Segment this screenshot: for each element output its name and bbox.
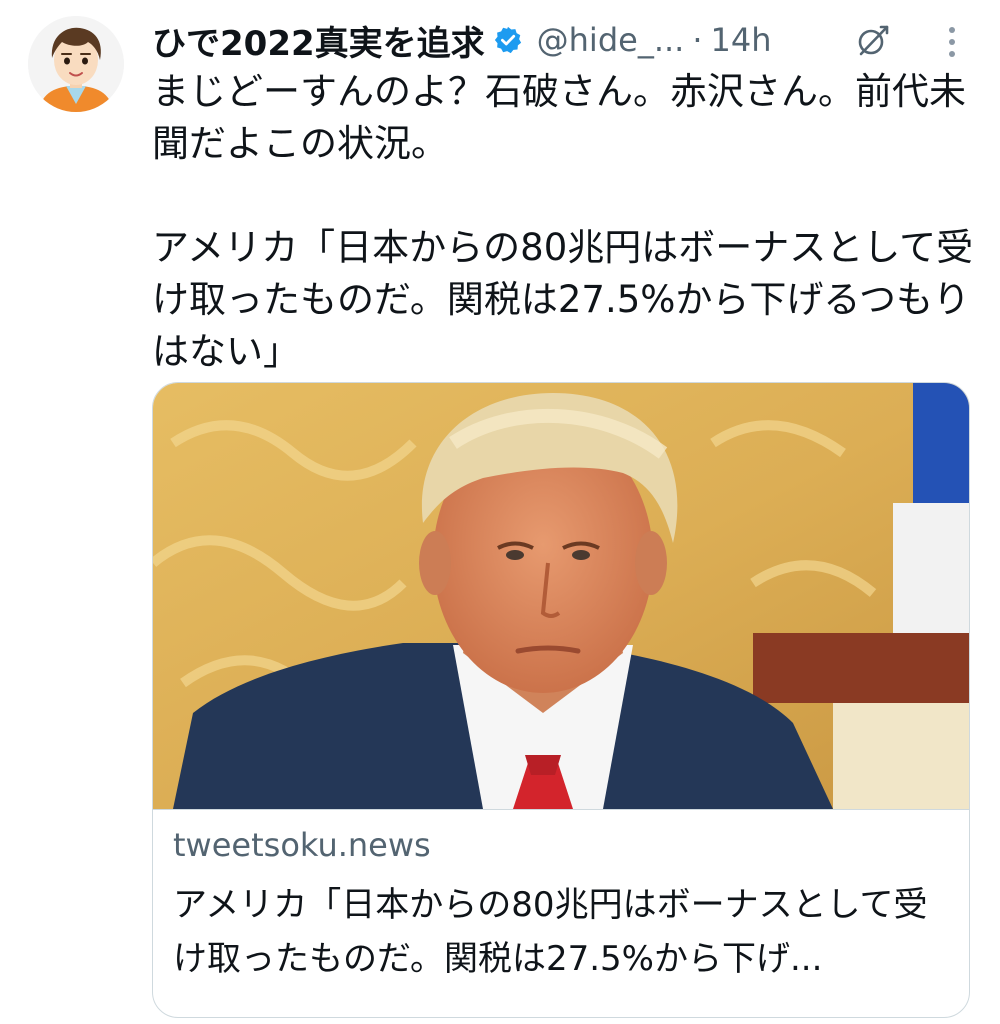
card-image[interactable] (153, 383, 969, 809)
handle[interactable]: @hide_... (537, 21, 685, 59)
card-title: アメリカ「日本からの80兆円はボーナスとして受け取ったものだ。関税は27.5%か… (173, 885, 928, 979)
card-body[interactable]: tweetsoku.news アメリカ「日本からの80兆円はボーナスとして受け取… (153, 809, 969, 1017)
tweet-text-paragraph-1: まじどーすんのよ？石破さん。赤沢さん。前代未聞だよこの状況。 (152, 70, 966, 165)
timestamp[interactable]: 14h (711, 21, 772, 59)
link-card[interactable]: tweetsoku.news アメリカ「日本からの80兆円はボーナスとして受け取… (152, 382, 970, 1018)
tweet[interactable]: ひで2022真実を追求 @hide_... · 14h まじどーすんのよ？石破さ… (0, 0, 1000, 1024)
separator-dot: · (692, 21, 703, 59)
man-in-navy-suit-red-tie-photo (153, 383, 969, 809)
verified-badge-icon (494, 26, 521, 54)
tweet-text-paragraph-2: アメリカ「日本からの80兆円はボーナスとして受け取ったものだ。関税は27.5%か… (152, 226, 974, 373)
more-vertical-icon[interactable] (938, 22, 966, 62)
avatar[interactable] (28, 16, 124, 112)
display-name[interactable]: ひで2022真実を追求 (152, 16, 485, 65)
grok-icon[interactable] (855, 22, 891, 58)
tweet-text: まじどーすんのよ？石破さん。赤沢さん。前代未聞だよこの状況。 アメリカ「日本から… (152, 66, 982, 378)
card-domain: tweetsoku.news (173, 826, 431, 864)
cartoon-man-avatar-icon (28, 16, 124, 112)
